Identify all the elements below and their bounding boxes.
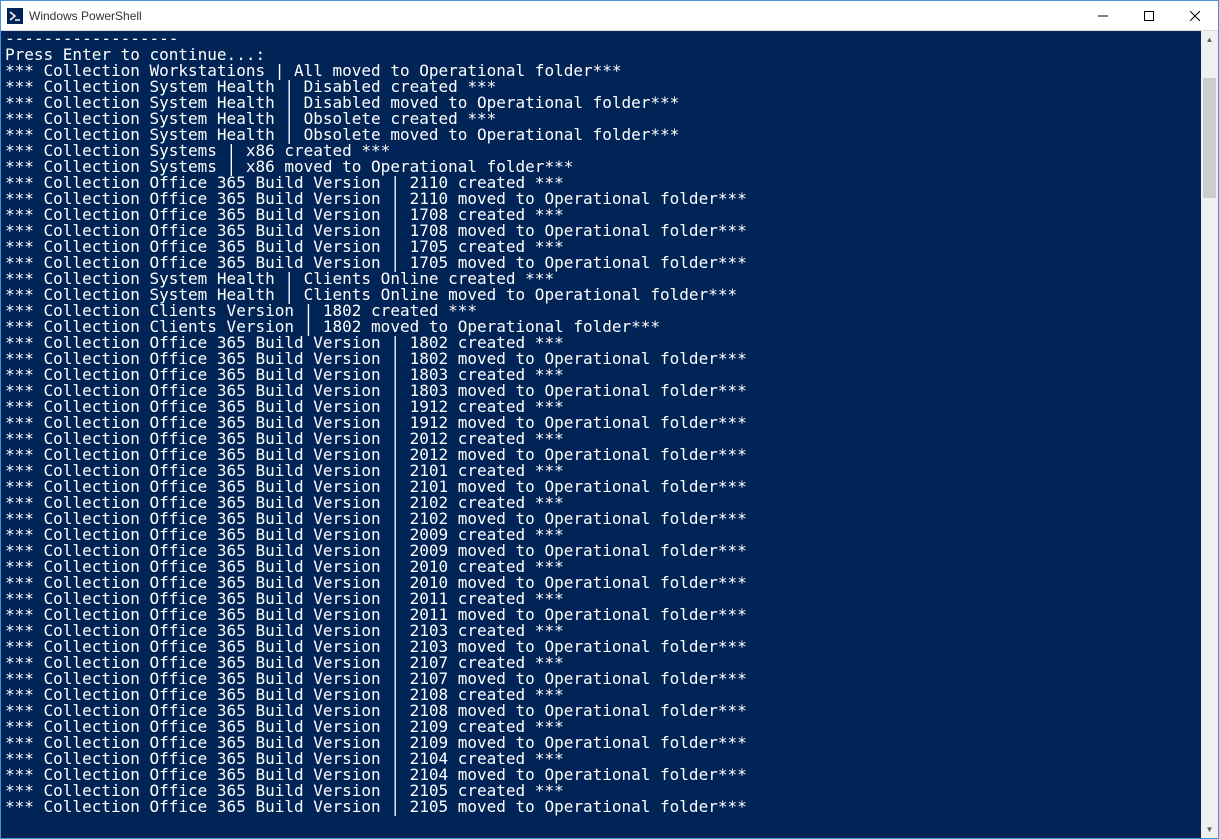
vertical-scrollbar[interactable]: ▲ ▼ [1201, 31, 1218, 838]
window-buttons [1080, 1, 1218, 31]
titlebar[interactable]: Windows PowerShell [1, 1, 1218, 31]
window-title: Windows PowerShell [29, 9, 1080, 23]
powershell-window: Windows PowerShell ------------------ Pr… [0, 0, 1219, 839]
scroll-track[interactable] [1201, 48, 1218, 821]
client-area: ------------------ Press Enter to contin… [1, 31, 1218, 838]
powershell-icon [7, 8, 23, 24]
scroll-thumb[interactable] [1203, 78, 1216, 198]
minimize-button[interactable] [1080, 1, 1126, 31]
close-button[interactable] [1172, 1, 1218, 31]
scroll-up-arrow[interactable]: ▲ [1201, 31, 1218, 48]
maximize-button[interactable] [1126, 1, 1172, 31]
terminal-output[interactable]: ------------------ Press Enter to contin… [1, 31, 1201, 838]
scroll-down-arrow[interactable]: ▼ [1201, 821, 1218, 838]
